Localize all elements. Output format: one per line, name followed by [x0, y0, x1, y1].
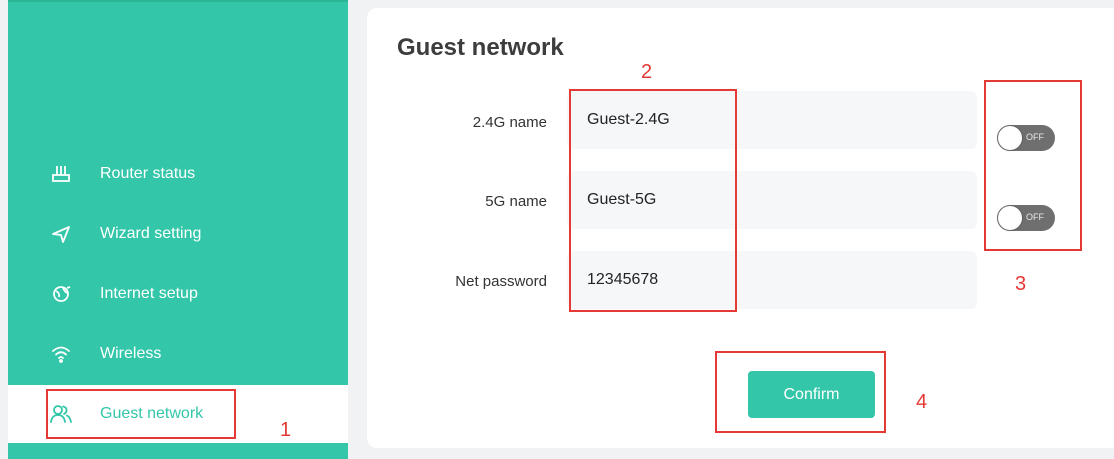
field-label-5g-name: 5G name — [485, 193, 547, 210]
highlight-box-1 — [46, 389, 236, 439]
highlight-box-4 — [715, 351, 886, 433]
sidebar-item-label: Router status — [100, 165, 196, 182]
sidebar-item-router-status[interactable]: Router status — [8, 145, 348, 203]
highlight-box-2 — [569, 89, 737, 312]
globe-icon — [50, 283, 72, 305]
annotation-label-3: 3 — [1015, 273, 1027, 295]
wifi-icon — [50, 343, 72, 365]
sidebar-item-label: Internet setup — [100, 285, 198, 302]
annotation-label-1: 1 — [280, 419, 292, 441]
router-icon — [50, 163, 72, 185]
navigation-arrow-icon — [50, 223, 72, 245]
sidebar-item-label: Wizard setting — [100, 225, 202, 242]
sidebar-item-wizard-setting[interactable]: Wizard setting — [8, 205, 348, 263]
highlight-box-3 — [984, 80, 1082, 251]
annotation-label-4: 4 — [916, 391, 928, 413]
window-frame — [0, 0, 8, 459]
sidebar-item-internet-setup[interactable]: Internet setup — [8, 265, 348, 323]
annotation-label-2: 2 — [641, 61, 653, 83]
page-title: Guest network — [397, 34, 564, 61]
sidebar-item-wireless[interactable]: Wireless — [8, 325, 348, 383]
sidebar-item-label: Wireless — [100, 345, 162, 362]
field-label-2g-name: 2.4G name — [472, 114, 547, 131]
field-label-net-password: Net password — [455, 273, 547, 290]
